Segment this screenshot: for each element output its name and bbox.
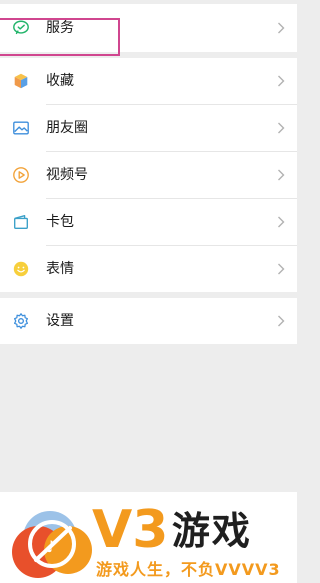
cube-icon [14, 73, 28, 89]
stickers-row[interactable]: 表情 [0, 246, 297, 292]
favorites-row[interactable]: 收藏 [0, 58, 297, 104]
features-section: 收藏 朋友圈 视频号 卡包 表情 [0, 58, 297, 292]
smile-icon [13, 261, 29, 277]
cards-label: 卡包 [46, 214, 74, 230]
moments-label: 朋友圈 [46, 120, 88, 136]
chevron-right-icon [278, 122, 285, 134]
chevron-right-icon [278, 75, 285, 87]
gear-icon [13, 313, 29, 329]
stickers-label: 表情 [46, 261, 74, 277]
cards-row[interactable]: 卡包 [0, 199, 297, 245]
favorites-label: 收藏 [46, 73, 74, 89]
play-circle-icon [13, 167, 29, 183]
watermark-brand-logo: V3 [92, 500, 168, 560]
channels-row[interactable]: 视频号 [0, 152, 297, 198]
watermark-tagline: 游戏人生，不负VVVV3 [96, 560, 281, 579]
photo-icon [13, 121, 29, 135]
chevron-right-icon [278, 216, 285, 228]
settings-label: 设置 [46, 313, 74, 329]
svg-text:♪: ♪ [46, 537, 56, 556]
settings-row[interactable]: 设置 [0, 298, 297, 344]
chevron-right-icon [278, 22, 285, 34]
moments-row[interactable]: 朋友圈 [0, 105, 297, 151]
card-wallet-icon [14, 215, 28, 229]
watermark-banner: ♪ V3 V3游戏 游戏人生，不负VVVV3 [0, 492, 297, 583]
highlight-box [0, 18, 120, 56]
channels-label: 视频号 [46, 167, 88, 183]
chevron-right-icon [278, 315, 285, 327]
service-section: 服务 [0, 4, 297, 56]
settings-section: 设置 [0, 298, 297, 344]
chevron-right-icon [278, 263, 285, 275]
chevron-right-icon [278, 169, 285, 181]
